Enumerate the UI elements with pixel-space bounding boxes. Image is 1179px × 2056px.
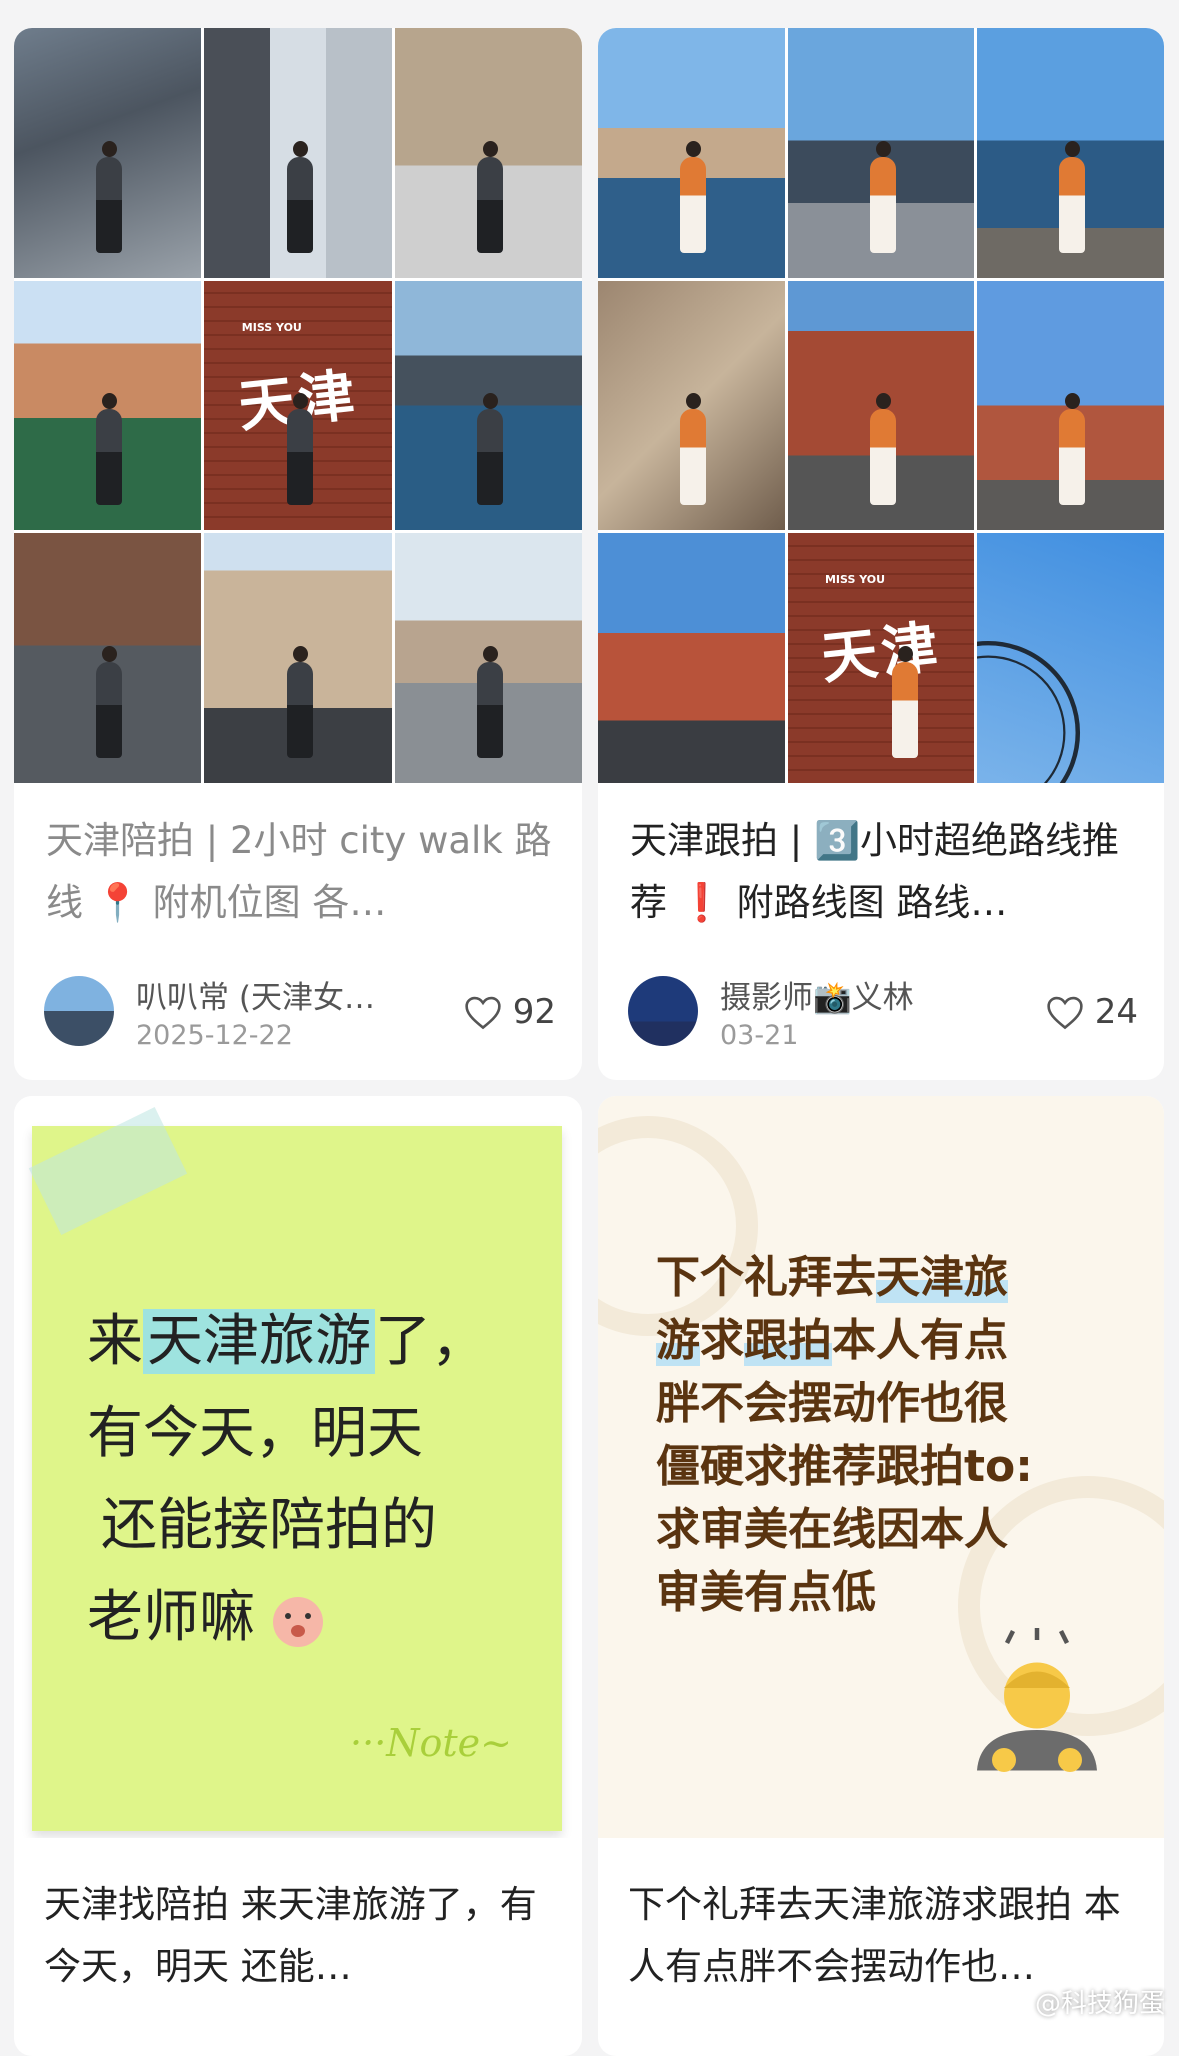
like-count: 92: [512, 992, 556, 1032]
card-meta: 叭叭常 (天津女… 2025-12-22 92: [44, 976, 556, 1066]
person-figure: [477, 393, 504, 506]
note-text: 来: [87, 1309, 143, 1374]
peach-emoji-icon: [272, 1596, 323, 1647]
feed-card[interactable]: 下个礼拜去天津旅 游求跟拍本人有点 胖不会摆动作也很 僵硬求推荐跟拍to: 求审…: [598, 1096, 1164, 2056]
note-text: 了，: [375, 1309, 487, 1374]
note-title[interactable]: 天津跟拍 | 3️⃣小时超绝路线推荐 ❗ 附路线图 路线…: [630, 810, 1136, 934]
note-signature: ···Note~: [350, 1721, 512, 1765]
cover-text: 下个礼拜去天津旅 游求跟拍本人有点 胖不会摆动作也很 僵硬求推荐跟拍to: 求审…: [656, 1246, 1033, 1624]
person-figure: [286, 646, 313, 759]
feed-card[interactable]: MISS YOU 天津 天津跟拍 | 3️⃣小时超绝路线推荐 ❗ 附路线图 路线…: [598, 28, 1164, 1080]
photo-tile: [204, 28, 392, 278]
note-text: 有今天，明天: [87, 1401, 423, 1466]
bowing-person-icon: [977, 1628, 1097, 1772]
note-title[interactable]: 天津陪拍 | 2小时 city walk 路线 📍 附机位图 各…: [46, 810, 554, 934]
cover-text-line: 求: [700, 1315, 744, 1366]
person-figure: [680, 393, 707, 506]
wall-small-text: MISS YOU: [241, 320, 302, 334]
watermark-text: @科技狗蛋: [1034, 1989, 1165, 2019]
note-text: 老师嘛: [87, 1585, 255, 1650]
photo-tile: [598, 280, 785, 531]
person-figure: [1059, 140, 1086, 253]
cover-text-line: 下个礼拜去: [656, 1252, 876, 1303]
person-figure: [286, 393, 313, 506]
like-button[interactable]: 24: [1045, 988, 1138, 1036]
note-highlight-text: 天津旅游: [143, 1309, 375, 1374]
photo-tile: [14, 533, 202, 783]
cover-text-highlight: 游: [656, 1315, 700, 1366]
cover-text-line: 胖不会摆动作也很: [656, 1378, 1008, 1429]
person-figure: [1059, 393, 1086, 506]
feed-card[interactable]: MISS YOU 天津 天津陪拍 | 2小时 city walk 路线 📍 附机…: [14, 28, 582, 1080]
wall-calligraphy-text: 天津: [818, 614, 945, 693]
person-figure: [96, 393, 123, 506]
note-feed: MISS YOU 天津 天津陪拍 | 2小时 city walk 路线 📍 附机…: [0, 0, 1179, 2056]
photo-tile: [977, 533, 1164, 783]
cover-text-image[interactable]: 下个礼拜去天津旅 游求跟拍本人有点 胖不会摆动作也很 僵硬求推荐跟拍to: 求审…: [598, 1096, 1164, 1838]
photo-tile: [204, 533, 392, 783]
photo-tile: [598, 533, 785, 783]
person-figure: [96, 646, 123, 759]
author-name[interactable]: 摄影师📸义林: [720, 972, 1010, 1017]
person-figure: [892, 646, 919, 759]
tape-decoration: [28, 1107, 188, 1235]
person-figure: [477, 646, 504, 759]
cover-text-highlight: 天津旅: [876, 1252, 1008, 1303]
like-count: 24: [1094, 992, 1138, 1032]
wall-small-text: MISS YOU: [824, 573, 886, 587]
person-figure: [680, 140, 707, 253]
photo-tile: MISS YOU 天津: [204, 280, 392, 531]
photo-tile: [787, 280, 975, 531]
photo-tile: [394, 280, 582, 531]
cover-text-line: 求审美在线因本人: [656, 1504, 1008, 1555]
cover-sticky-note[interactable]: 来天津旅游了， 有今天，明天 还能接陪拍的 老师嘛 ···Note~: [14, 1096, 582, 1838]
person-figure: [286, 140, 313, 253]
photo-tile: [977, 28, 1164, 278]
photo-tile: [598, 28, 785, 278]
author-avatar[interactable]: [628, 976, 698, 1046]
post-date: 03-21: [720, 1020, 799, 1051]
photo-tile: [977, 280, 1164, 531]
ferris-wheel-icon: [977, 641, 1081, 783]
heart-icon: [1047, 996, 1083, 1030]
post-date: 2025-12-22: [136, 1020, 293, 1051]
person-figure: [96, 140, 123, 253]
person-figure: [477, 140, 504, 253]
photo-tile: [787, 28, 975, 278]
cover-image-collage[interactable]: MISS YOU 天津: [14, 28, 582, 783]
note-handwriting: 来天津旅游了， 有今天，明天 还能接陪拍的 老师嘛: [87, 1296, 487, 1664]
sticky-note: 来天津旅游了， 有今天，明天 还能接陪拍的 老师嘛 ···Note~: [28, 1107, 562, 1831]
heart-icon: [465, 996, 501, 1030]
author-avatar[interactable]: [44, 976, 114, 1046]
cover-text-line: 审美有点低: [656, 1567, 876, 1618]
author-name[interactable]: 叭叭常 (天津女…: [136, 972, 426, 1017]
card-meta: 摄影师📸义林 03-21 24: [628, 976, 1138, 1066]
cover-text-line: 僵硬求推荐跟拍to:: [656, 1441, 1033, 1492]
note-title[interactable]: 天津找陪拍 来天津旅游了，有今天，明天 还能…: [44, 1874, 554, 1998]
photo-tile: MISS YOU 天津: [787, 533, 975, 783]
cover-text-highlight: 跟拍: [744, 1315, 832, 1366]
photo-tile: [14, 280, 202, 531]
cover-text-line: 本人有点: [832, 1315, 1008, 1366]
person-figure: [869, 140, 896, 253]
cover-image-collage[interactable]: MISS YOU 天津: [598, 28, 1164, 783]
photo-tile: [14, 28, 202, 278]
note-title[interactable]: 下个礼拜去天津旅游求跟拍 本人有点胖不会摆动作也…: [628, 1874, 1136, 1998]
person-figure: [869, 393, 896, 506]
like-button[interactable]: 92: [463, 988, 556, 1036]
photo-tile: [394, 28, 582, 278]
feed-card[interactable]: 来天津旅游了， 有今天，明天 还能接陪拍的 老师嘛 ···Note~ 天津找陪拍…: [14, 1096, 582, 2056]
photo-tile: [394, 533, 582, 783]
note-text: 还能接陪拍的: [101, 1493, 437, 1558]
